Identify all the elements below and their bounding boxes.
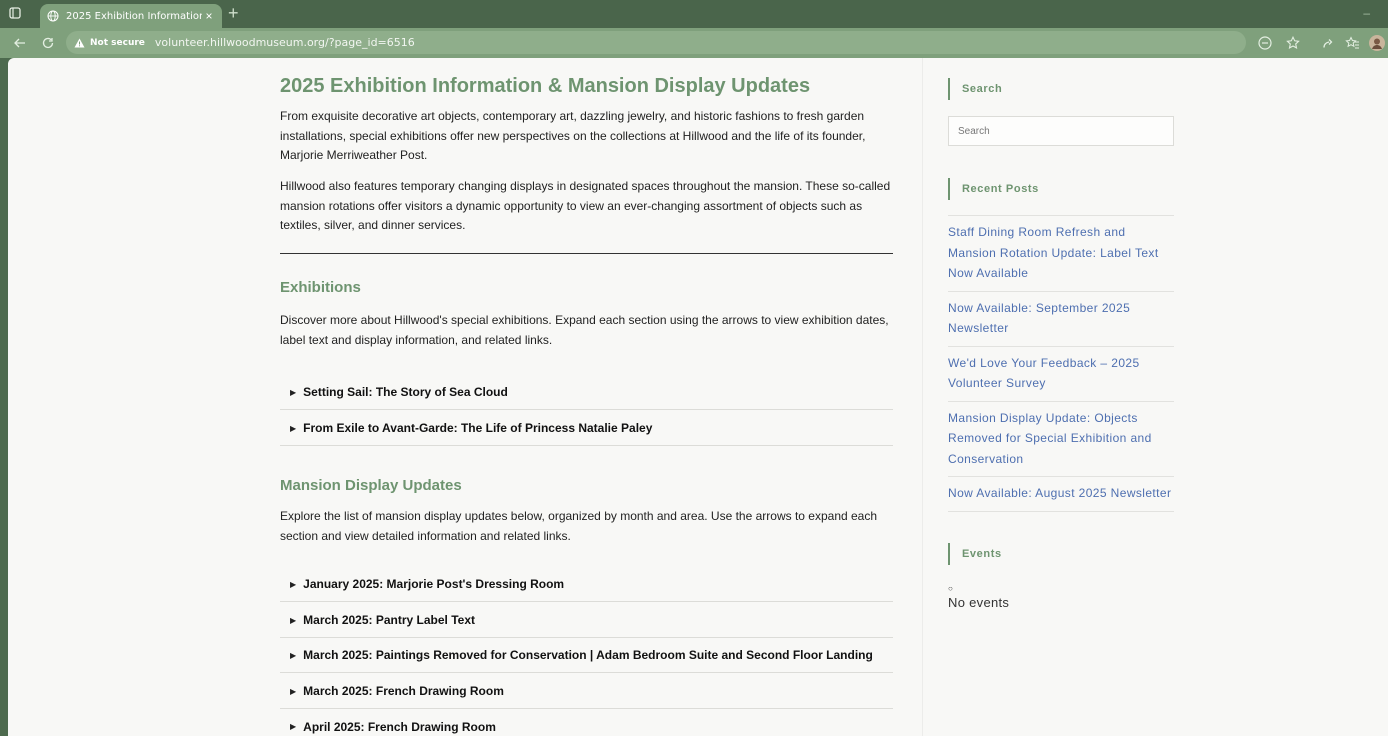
accordion-label[interactable]: March 2025: French Drawing Room [303, 684, 504, 698]
accordion-label[interactable]: March 2025: Pantry Label Text [303, 613, 475, 627]
events-bullet-icon: ○ [948, 584, 953, 593]
exhibitions-description: Discover more about Hillwood's special e… [280, 313, 889, 347]
recent-post-link[interactable]: Now Available: August 2025 Newsletter [948, 476, 1174, 512]
recent-post-link[interactable]: Now Available: September 2025 Newsletter [948, 290, 1174, 346]
mansion-update-accordion-item[interactable]: ▶ January 2025: Marjorie Post's Dressing… [280, 567, 893, 602]
star-icon[interactable] [1284, 34, 1302, 52]
recent-posts-list: Staff Dining Room Refresh and Mansion Ro… [948, 215, 1174, 512]
browser-tab-strip: 2025 Exhibition Information & M × + – [0, 0, 1388, 28]
expand-arrow-icon[interactable]: ▶ [290, 616, 296, 625]
minimize-button[interactable]: – [1363, 6, 1370, 20]
mansion-updates-description: Explore the list of mansion display upda… [280, 509, 878, 543]
recent-post-link[interactable]: We'd Love Your Feedback – 2025 Volunteer… [948, 345, 1174, 401]
profile-avatar[interactable] [1368, 34, 1386, 52]
intro-paragraph: Hillwood also features temporary changin… [280, 179, 891, 232]
accordion-label[interactable]: April 2025: French Drawing Room [303, 720, 496, 734]
accordion-label[interactable]: Setting Sail: The Story of Sea Cloud [303, 385, 508, 399]
extension-icon[interactable] [1318, 34, 1336, 52]
mansion-update-accordion-item[interactable]: ▶ March 2025: Pantry Label Text [280, 603, 893, 638]
search-input[interactable] [948, 116, 1174, 146]
expand-arrow-icon[interactable]: ▶ [290, 651, 296, 660]
no-events-text: No events [948, 595, 1010, 610]
expand-arrow-icon[interactable]: ▶ [290, 388, 296, 397]
browser-toolbar: Not secure volunteer.hillwoodmuseum.org/… [0, 28, 1388, 58]
events-title: Events [948, 543, 1002, 565]
expand-arrow-icon[interactable]: ▶ [290, 424, 296, 433]
back-icon[interactable] [12, 35, 28, 51]
exhibitions-heading: Exhibitions [280, 279, 361, 296]
mansion-update-accordion-item[interactable]: ▶ March 2025: Paintings Removed for Cons… [280, 638, 893, 673]
close-tab-icon[interactable]: × [202, 9, 216, 23]
accordion-label[interactable]: January 2025: Marjorie Post's Dressing R… [303, 577, 564, 591]
url-text[interactable]: volunteer.hillwoodmuseum.org/?page_id=65… [155, 36, 415, 49]
expand-arrow-icon[interactable]: ▶ [290, 722, 296, 731]
exhibition-accordion-item[interactable]: ▶ Setting Sail: The Story of Sea Cloud [280, 375, 893, 410]
window-icon[interactable] [8, 6, 22, 20]
recent-posts-title: Recent Posts [948, 178, 1039, 200]
mansion-updates-heading: Mansion Display Updates [280, 477, 462, 494]
page-title: 2025 Exhibition Information & Mansion Di… [280, 75, 811, 97]
page-viewport: 2025 Exhibition Information & Mansion Di… [8, 58, 1388, 736]
new-tab-button[interactable]: + [228, 4, 239, 22]
intro-paragraph: From exquisite decorative art objects, c… [280, 109, 866, 162]
reload-icon[interactable] [40, 35, 56, 51]
active-tab[interactable]: 2025 Exhibition Information & M × [40, 4, 222, 28]
expand-arrow-icon[interactable]: ▶ [290, 580, 296, 589]
mansion-update-accordion-item[interactable]: ▶ April 2025: French Drawing Room [280, 709, 893, 736]
recent-post-link[interactable]: Mansion Display Update: Objects Removed … [948, 400, 1174, 477]
expand-arrow-icon[interactable]: ▶ [290, 687, 296, 696]
tab-title: 2025 Exhibition Information & M [66, 10, 202, 22]
accordion-label[interactable]: From Exile to Avant-Garde: The Life of P… [303, 421, 652, 435]
address-bar[interactable]: Not secure volunteer.hillwoodmuseum.org/… [66, 31, 1246, 54]
favorites-icon[interactable] [1343, 34, 1361, 52]
exhibition-accordion-item[interactable]: ▶ From Exile to Avant-Garde: The Life of… [280, 411, 893, 446]
accordion-label[interactable]: March 2025: Paintings Removed for Conser… [303, 648, 873, 662]
sidebar-divider [922, 58, 923, 736]
recent-post-link[interactable]: Staff Dining Room Refresh and Mansion Ro… [948, 215, 1174, 291]
globe-icon [46, 9, 60, 23]
search-widget-title: Search [948, 78, 1002, 100]
security-status[interactable]: Not secure [90, 38, 145, 48]
mansion-update-accordion-item[interactable]: ▶ March 2025: French Drawing Room [280, 674, 893, 709]
reading-mode-icon[interactable] [1256, 34, 1274, 52]
section-divider [280, 253, 893, 254]
warning-icon[interactable] [74, 37, 86, 49]
